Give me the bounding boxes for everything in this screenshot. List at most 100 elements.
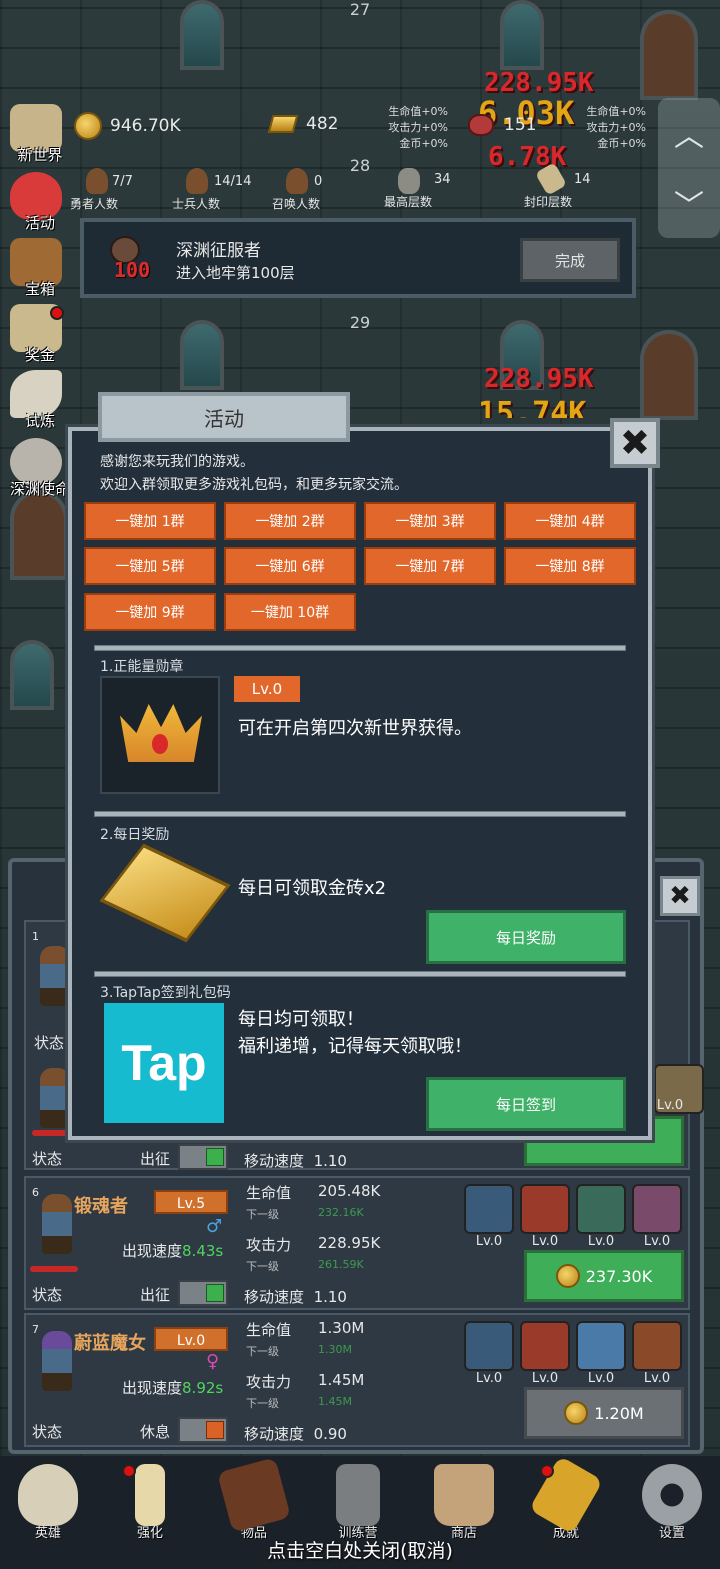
gear-level: Lv.0: [475, 1371, 503, 1386]
floor-number: 27: [349, 0, 371, 19]
join-group-4-button[interactable]: 一键加 4群: [504, 502, 636, 540]
scroll-down-button[interactable]: ﹀: [658, 168, 720, 238]
gear-level: Lv.0: [587, 1234, 615, 1249]
hero-level-badge: Lv.5: [154, 1190, 228, 1214]
bonus-list-left: 生命值+0% 攻击力+0% 金币+0%: [388, 104, 448, 152]
close-icon: ✖: [669, 881, 691, 911]
toggle-knob: [206, 1148, 224, 1166]
male-icon: ♂: [206, 1216, 223, 1237]
menu-item-chest[interactable]: 宝箱: [4, 238, 68, 300]
meat-amount: 151: [504, 115, 537, 135]
gold-bar-counter: 482: [267, 114, 338, 134]
gear-level: Lv.0: [656, 1098, 684, 1113]
deploy-toggle[interactable]: [178, 1280, 228, 1306]
atk-value: 1.45M: [318, 1371, 365, 1389]
medal-level-badge: Lv.0: [234, 676, 300, 702]
gem-icon: [152, 734, 168, 754]
upgrade-cost-button[interactable]: 1.20M: [524, 1387, 684, 1439]
hp-value: 205.48K: [318, 1182, 381, 1200]
hp-next-value: 1.30M: [318, 1343, 352, 1356]
seal-scroll-icon: [534, 162, 568, 196]
axe-gear-slot[interactable]: [520, 1184, 570, 1234]
spear-gear-slot[interactable]: [520, 1321, 570, 1371]
join-group-10-button[interactable]: 一键加 10群: [224, 593, 356, 631]
wings-gear-slot[interactable]: [576, 1321, 626, 1371]
modal-close-button[interactable]: ✖: [610, 418, 660, 468]
deploy-toggle[interactable]: [178, 1144, 228, 1170]
next-level-label: 下一级: [246, 1397, 279, 1410]
notification-dot: [50, 306, 64, 320]
hero-panel-close-button[interactable]: ✖: [660, 876, 700, 916]
floor-number: 29: [349, 313, 371, 332]
helmet-gear-slot[interactable]: [464, 1184, 514, 1234]
spawn-speed: 出现速度8.43s: [122, 1242, 224, 1260]
seal-floor-label: 封印层数: [524, 195, 573, 209]
daily-reward-desc: 每日可领取金砖x2: [238, 878, 387, 899]
menu-item-bonus[interactable]: 奖金: [4, 304, 68, 366]
spider-gear-slot[interactable]: [632, 1321, 682, 1371]
status-label: 状态: [32, 1150, 63, 1168]
gear-level: Lv.0: [643, 1371, 671, 1386]
menu-label: 深渊使命: [9, 480, 70, 498]
gear-level: Lv.0: [643, 1234, 671, 1249]
hero-count-icon: [86, 168, 108, 194]
menu-label: 试炼: [24, 412, 55, 430]
bonus-atk: 攻击力+0%: [586, 121, 646, 134]
door-decoration: [640, 330, 698, 420]
shield-gear-slot[interactable]: [464, 1321, 514, 1371]
next-level-label: 下一级: [246, 1208, 279, 1221]
join-group-9-button[interactable]: 一键加 9群: [84, 593, 216, 631]
deploy-toggle[interactable]: [178, 1417, 228, 1443]
bonus-list-right: 生命值+0% 攻击力+0% 金币+0%: [584, 104, 646, 152]
gold-amount: 946.70K: [110, 116, 181, 136]
daily-reward-button[interactable]: 每日奖励: [426, 910, 626, 964]
toggle-knob: [206, 1421, 224, 1439]
daily-checkin-button[interactable]: 每日签到: [426, 1077, 626, 1131]
menu-item-event[interactable]: 活动: [4, 172, 68, 234]
hammer-gear-slot[interactable]: [576, 1184, 626, 1234]
join-group-1-button[interactable]: 一键加 1群: [84, 502, 216, 540]
join-group-6-button[interactable]: 一键加 6群: [224, 547, 356, 585]
chevron-down-icon: ﹀: [674, 189, 704, 224]
hero-sprite: [40, 1068, 70, 1128]
soldier-count-label: 士兵人数: [172, 197, 221, 211]
join-group-3-button[interactable]: 一键加 3群: [364, 502, 496, 540]
damage-number: 228.95K: [484, 364, 594, 394]
join-group-2-button[interactable]: 一键加 2群: [224, 502, 356, 540]
join-group-5-button[interactable]: 一键加 5群: [84, 547, 216, 585]
candle-icon: [135, 1464, 165, 1526]
status-label: 状态: [32, 1423, 63, 1441]
join-group-8-button[interactable]: 一键加 8群: [504, 547, 636, 585]
gear-level: Lv.0: [475, 1234, 503, 1249]
female-icon: ♀: [206, 1351, 220, 1372]
scroll-up-button[interactable]: ︿: [658, 98, 720, 168]
close-hint[interactable]: 点击空白处关闭(取消): [0, 1536, 720, 1563]
summon-count-icon: [286, 168, 308, 194]
hp-label: 生命值: [246, 1321, 292, 1339]
atk-value: 228.95K: [318, 1234, 381, 1252]
upgrade-cost: 237.30K: [585, 1266, 653, 1286]
menu-item-trial[interactable]: 试炼: [4, 370, 68, 432]
max-floor-icon: [398, 168, 420, 194]
menu-item-abyss-mission[interactable]: 深渊使命: [4, 438, 70, 500]
summon-count-label: 召唤人数: [272, 197, 321, 211]
section-divider: [94, 811, 626, 817]
medal-desc: 可在开启第四次新世界获得。: [238, 718, 472, 739]
lantern-icon: [336, 1464, 380, 1526]
upgrade-cost-button[interactable]: 237.30K: [524, 1250, 684, 1302]
hero-card-azure-witch: 7 蔚蓝魔女 Lv.0 ♀ 出现速度8.92s 状态 休息 生命值 1.30M …: [24, 1313, 690, 1447]
window-decoration: [180, 320, 224, 390]
move-speed: 移动速度 1.10: [244, 1288, 347, 1306]
next-level-label: 下一级: [246, 1260, 279, 1273]
window-decoration: [180, 0, 224, 70]
quest-complete-button[interactable]: 完成: [520, 238, 620, 282]
modal-intro-line1: 感谢您来玩我们的游戏。: [100, 454, 254, 470]
next-level-label: 下一级: [246, 1345, 279, 1358]
join-group-7-button[interactable]: 一键加 7群: [364, 547, 496, 585]
hero-sprite: [42, 1331, 72, 1391]
menu-item-new-world[interactable]: 新世界: [4, 104, 68, 166]
boots-gear-slot[interactable]: [632, 1184, 682, 1234]
rest-label: 休息: [140, 1423, 171, 1441]
max-floor-label: 最高层数: [384, 195, 433, 209]
move-speed: 移动速度 1.10: [244, 1152, 347, 1170]
